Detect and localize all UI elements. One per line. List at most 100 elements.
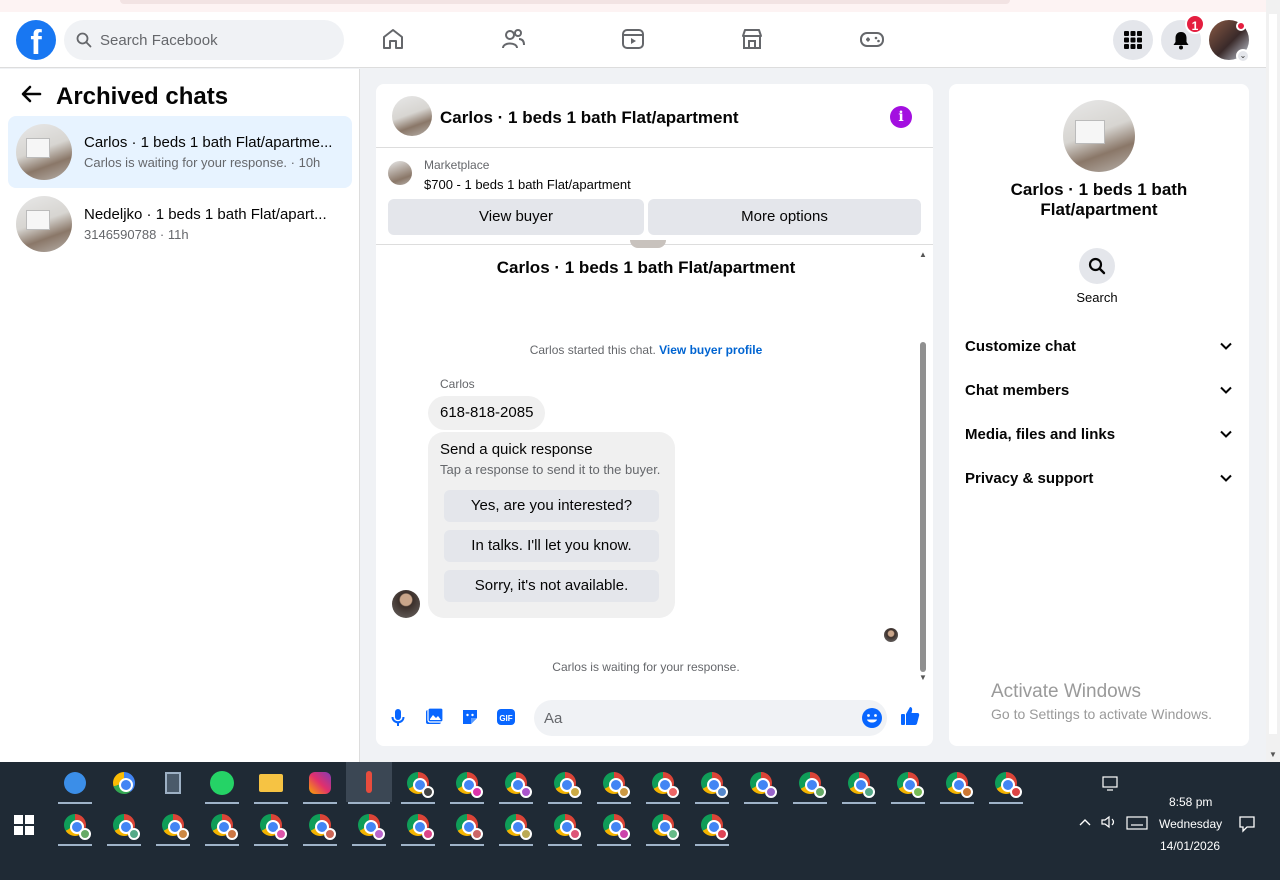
view-buyer-button[interactable]: View buyer	[388, 199, 644, 235]
desktop-icon[interactable]	[1102, 776, 1120, 795]
info-icon[interactable]: i	[890, 106, 912, 128]
chrome-icon[interactable]	[154, 806, 192, 846]
chrome-icon[interactable]	[595, 764, 633, 804]
section-label: Customize chat	[965, 337, 1076, 355]
more-options-button[interactable]: More options	[648, 199, 921, 235]
chrome-icon[interactable]	[497, 806, 535, 846]
volume-icon[interactable]	[1100, 815, 1118, 832]
message-list[interactable]: Carlos · 1 beds 1 bath Flat/apartment Ca…	[376, 240, 933, 686]
listing-price[interactable]: $700 - 1 beds 1 bath Flat/apartment	[424, 177, 631, 192]
message-input-box[interactable]	[534, 700, 887, 736]
taskbar-app-icon[interactable]	[56, 764, 94, 804]
chevron-down-icon	[1220, 474, 1232, 482]
sender-name: Carlos	[440, 377, 475, 391]
chrome-icon[interactable]	[350, 806, 388, 846]
chrome-icon[interactable]	[301, 806, 339, 846]
quick-response-button-not-available[interactable]: Sorry, it's not available.	[444, 570, 659, 602]
svg-text:GIF: GIF	[499, 714, 512, 723]
menu-button[interactable]	[1113, 20, 1153, 60]
chat-members-row[interactable]: Chat members	[965, 378, 1233, 402]
page-scrollbar[interactable]: ▼	[1266, 0, 1280, 762]
chrome-icon[interactable]	[595, 806, 633, 846]
active-app-icon[interactable]	[346, 762, 392, 804]
clock-date[interactable]: 14/01/2026	[1160, 839, 1220, 853]
chrome-icon[interactable]	[938, 764, 976, 804]
file-explorer-icon[interactable]	[252, 764, 290, 804]
chrome-icon[interactable]	[56, 806, 94, 846]
conversation-title[interactable]: Carlos · 1 beds 1 bath Flat/apartment	[440, 108, 739, 128]
chrome-icon[interactable]	[399, 806, 437, 846]
quick-response-title: Send a quick response	[440, 441, 593, 458]
chrome-icon[interactable]	[105, 806, 143, 846]
chat-item-nedeljko[interactable]: Nedeljko · 1 beds 1 bath Flat/apart... 3…	[8, 188, 352, 260]
marketplace-icon[interactable]	[739, 26, 765, 52]
clock-day[interactable]: Wednesday	[1159, 817, 1222, 831]
quick-response-button-in-talks[interactable]: In talks. I'll let you know.	[444, 530, 659, 562]
avatar-status-dot	[1236, 21, 1246, 31]
section-label: Privacy & support	[965, 469, 1094, 487]
video-icon[interactable]	[620, 26, 646, 52]
chrome-icon[interactable]	[693, 806, 731, 846]
chrome-icon[interactable]	[644, 806, 682, 846]
chrome-icon[interactable]	[546, 806, 584, 846]
back-arrow-icon[interactable]	[20, 83, 44, 111]
windows-start-icon[interactable]	[14, 815, 34, 835]
conversation-thumbnail[interactable]	[392, 96, 432, 136]
section-label: Chat members	[965, 381, 1070, 399]
section-label: Media, files and links	[965, 425, 1116, 443]
quick-response-button-interested[interactable]: Yes, are you interested?	[444, 490, 659, 522]
search-input[interactable]	[100, 31, 320, 49]
privacy-support-row[interactable]: Privacy & support	[965, 466, 1233, 490]
facebook-logo-icon[interactable]: f	[16, 20, 56, 60]
chat-thumbnail	[16, 196, 72, 252]
instagram-icon[interactable]	[301, 764, 339, 804]
chrome-icon[interactable]	[644, 764, 682, 804]
keyboard-icon[interactable]	[1126, 816, 1148, 833]
chat-details-thumbnail[interactable]	[1063, 100, 1135, 172]
photo-icon[interactable]	[423, 706, 445, 728]
chrome-icon[interactable]	[399, 764, 437, 804]
chrome-icon[interactable]	[448, 764, 486, 804]
chrome-icon[interactable]	[497, 764, 535, 804]
quick-response-card: Send a quick response Tap a response to …	[428, 432, 675, 618]
calculator-icon[interactable]	[154, 764, 192, 802]
chrome-icon[interactable]	[693, 764, 731, 804]
whatsapp-icon[interactable]	[203, 764, 241, 804]
customize-chat-row[interactable]: Customize chat	[965, 334, 1233, 358]
notification-center-icon[interactable]	[1238, 815, 1256, 836]
chrome-icon[interactable]	[742, 764, 780, 804]
search-box[interactable]	[64, 20, 344, 60]
chrome-icon[interactable]	[840, 764, 878, 804]
message-input[interactable]	[534, 700, 834, 736]
chrome-icon[interactable]	[987, 764, 1025, 804]
chrome-icon[interactable]	[448, 806, 486, 846]
chevron-down-icon[interactable]: ⌄	[1236, 49, 1250, 63]
notifications-button[interactable]: 1	[1161, 14, 1205, 60]
conversation-intro-title: Carlos · 1 beds 1 bath Flat/apartment	[496, 258, 796, 277]
home-icon[interactable]	[380, 26, 406, 52]
sticker-icon[interactable]	[459, 706, 481, 728]
media-files-links-row[interactable]: Media, files and links	[965, 422, 1233, 446]
chrome-icon[interactable]	[791, 764, 829, 804]
chrome-icon[interactable]	[546, 764, 584, 804]
search-in-chat-button[interactable]	[1079, 248, 1115, 284]
chat-item-carlos[interactable]: Carlos · 1 beds 1 bath Flat/apartme... C…	[8, 116, 352, 188]
friends-icon[interactable]	[500, 26, 526, 52]
taskbar-app-icon[interactable]	[105, 764, 143, 802]
chrome-icon[interactable]	[203, 806, 241, 846]
microphone-icon[interactable]	[387, 706, 409, 728]
gif-icon[interactable]: GIF	[495, 706, 517, 728]
message-scrollbar[interactable]: ▲ ▼	[916, 250, 930, 682]
gaming-icon[interactable]	[859, 26, 885, 52]
chrome-icon[interactable]	[889, 764, 927, 804]
quick-response-subtitle: Tap a response to send it to the buyer.	[440, 462, 661, 477]
chrome-icon[interactable]	[252, 806, 290, 846]
sender-avatar[interactable]	[392, 590, 420, 618]
message-bubble[interactable]: 618-818-2085	[428, 396, 546, 430]
thumbs-up-icon[interactable]	[899, 705, 921, 727]
clock-time[interactable]: 8:58 pm	[1169, 795, 1212, 809]
emoji-icon[interactable]	[861, 707, 883, 729]
view-buyer-profile-link[interactable]: View buyer profile	[659, 343, 762, 357]
listing-thumbnail[interactable]	[388, 161, 412, 185]
chevron-up-icon[interactable]	[1078, 816, 1092, 830]
